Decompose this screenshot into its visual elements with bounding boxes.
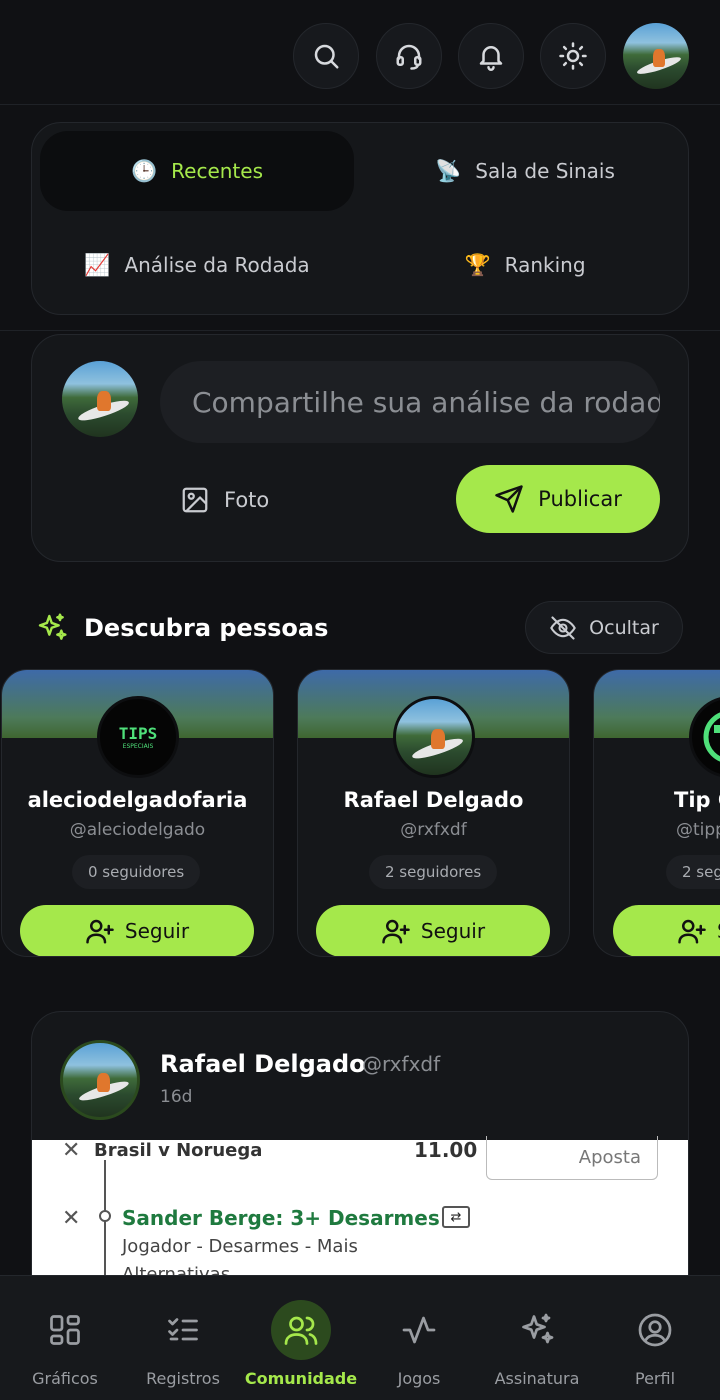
feed-tabs: 🕒 Recentes 📡 Sala de Sinais 📈 Análise da… [31, 122, 689, 315]
avatar-logo-sub: ESPECIAIS [122, 743, 154, 750]
nav-assinatura[interactable]: Assinatura [477, 1276, 597, 1400]
chart-up-icon: 📈 [84, 252, 111, 277]
clock-icon: 🕒 [130, 158, 158, 183]
tabs-divider [0, 330, 720, 331]
nav-label: Gráficos [32, 1369, 98, 1388]
header-divider [0, 104, 720, 105]
bet-dot [99, 1210, 111, 1222]
send-icon [495, 485, 523, 513]
user-plus-icon [382, 919, 410, 944]
notifications-button[interactable] [458, 23, 524, 89]
headset-icon [396, 44, 422, 70]
grid-icon [50, 1315, 80, 1345]
feed-post: Rafael Delgado @rxfxdf 16d ✕ Brasil v No… [31, 1011, 689, 1301]
nav-comunidade[interactable]: Comunidade [241, 1276, 361, 1400]
post-author-avatar[interactable] [60, 1040, 140, 1120]
tab-label: Ranking [504, 253, 586, 277]
person-card: TIPS ESPECIAIS aleciodelgadofaria @aleci… [1, 669, 274, 957]
follow-button[interactable]: S [613, 905, 720, 956]
publish-button[interactable]: Publicar [456, 465, 660, 533]
discover-header: Descubra pessoas [36, 604, 328, 652]
search-icon [314, 44, 339, 69]
hide-label: Ocultar [589, 616, 659, 639]
tab-label: Análise da Rodada [124, 253, 310, 277]
eye-off-icon [550, 615, 577, 640]
add-photo-button[interactable]: Foto [180, 480, 269, 520]
avatar-logo-text: TIPS [118, 724, 158, 743]
person-name: Tip C [674, 788, 720, 812]
follow-button[interactable]: Seguir [316, 905, 550, 956]
nav-graficos[interactable]: Gráficos [5, 1276, 125, 1400]
tab-label: Recentes [171, 159, 263, 183]
person-name: Rafael Delgado [343, 788, 524, 812]
bottom-nav: Gráficos Registros Comunidade Jogos Assi… [0, 1275, 720, 1400]
tab-analise-da-rodada[interactable]: 📈 Análise da Rodada [40, 225, 354, 305]
nav-label: Jogos [397, 1369, 441, 1388]
bet-market: Jogador - Desarmes - Mais [122, 1236, 358, 1257]
followers-badge: 2 seg [666, 855, 720, 889]
user-circle-icon [638, 1313, 672, 1347]
user-plus-icon [678, 919, 706, 944]
publish-label: Publicar [538, 487, 622, 511]
discover-title: Descubra pessoas [84, 614, 329, 642]
bet-match: Brasil v Noruega [94, 1140, 263, 1161]
nav-label: Registros [146, 1369, 220, 1388]
bet-stake-box: Aposta [486, 1136, 658, 1180]
person-name: aleciodelgadofaria [27, 788, 248, 812]
bet-odds: 11.00 [414, 1138, 478, 1162]
composer-avatar [62, 361, 138, 437]
tab-ranking[interactable]: 🏆 Ranking [368, 225, 682, 305]
image-icon [182, 487, 208, 513]
person-card: Rafael Delgado @rxfxdf 2 seguidores Segu… [297, 669, 570, 957]
nav-registros[interactable]: Registros [123, 1276, 243, 1400]
sun-icon [559, 42, 587, 70]
nav-jogos[interactable]: Jogos [359, 1276, 479, 1400]
person-handle: @aleciodelgado [69, 820, 206, 840]
bet-connector [104, 1160, 106, 1290]
close-icon: ✕ [62, 1206, 81, 1231]
trophy-icon: 🏆 [464, 252, 491, 277]
person-handle: @tipp [676, 820, 720, 840]
followers-badge: 0 seguidores [72, 855, 201, 889]
profile-avatar [393, 696, 475, 778]
person-card: Tip C @tipp 2 seg S [593, 669, 720, 957]
nav-label: Assinatura [494, 1369, 580, 1388]
nav-label: Perfil [634, 1369, 676, 1388]
user-avatar[interactable] [623, 23, 689, 89]
tab-sala-de-sinais[interactable]: 📡 Sala de Sinais [368, 131, 682, 211]
post-author-handle: @rxfxdf [362, 1052, 441, 1076]
nav-label: Comunidade [244, 1369, 358, 1388]
follow-button[interactable]: Seguir [20, 905, 254, 956]
nav-perfil[interactable]: Perfil [595, 1276, 715, 1400]
tab-label: Sala de Sinais [475, 159, 615, 183]
post-composer: Foto Publicar [31, 334, 689, 562]
post-author-name[interactable]: Rafael Delgado [160, 1050, 366, 1078]
bell-icon [479, 46, 503, 71]
user-plus-icon [86, 919, 114, 944]
satellite-icon: 📡 [435, 158, 462, 183]
hide-suggestions-button[interactable]: Ocultar [525, 601, 683, 654]
photo-label: Foto [224, 488, 270, 512]
users-icon [284, 1316, 318, 1345]
theme-toggle-button[interactable] [540, 23, 606, 89]
sparkles-icon [38, 613, 67, 640]
bet-selection: Sander Berge: 3+ Desarmes [122, 1206, 440, 1230]
close-icon: ✕ [62, 1138, 81, 1163]
sparkles-icon [522, 1313, 554, 1344]
search-button[interactable] [293, 23, 359, 89]
activity-icon [402, 1316, 436, 1344]
tab-recentes[interactable]: 🕒 Recentes [40, 131, 354, 211]
follow-label: Seguir [420, 919, 486, 943]
post-timestamp: 16d [160, 1087, 193, 1107]
post-input[interactable] [160, 361, 660, 443]
profile-avatar: TIPS ESPECIAIS [97, 696, 179, 778]
support-button[interactable] [376, 23, 442, 89]
tip-logo-icon [703, 712, 720, 762]
person-handle: @rxfxdf [400, 820, 467, 840]
followers-badge: 2 seguidores [369, 855, 498, 889]
follow-label: Seguir [124, 919, 190, 943]
bet-builder-icon: ⇄ [442, 1206, 470, 1228]
checklist-icon [168, 1318, 198, 1341]
